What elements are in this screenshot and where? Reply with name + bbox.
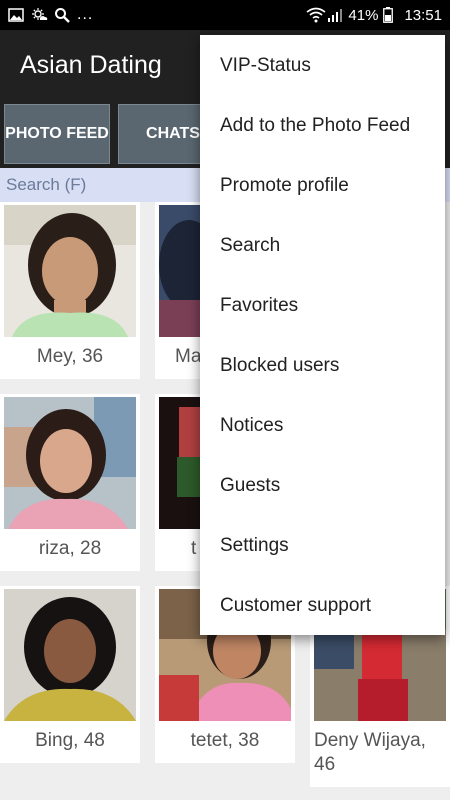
profile-name-age: tetet, 38 bbox=[190, 730, 260, 751]
search-notification-icon bbox=[54, 7, 70, 23]
menu-item-add-to-photo-feed[interactable]: Add to the Photo Feed bbox=[200, 96, 445, 156]
gallery-notification-icon bbox=[8, 7, 24, 23]
menu-item-blocked-users[interactable]: Blocked users bbox=[200, 336, 445, 396]
battery-percentage: 41% bbox=[348, 6, 379, 24]
menu-item-customer-support[interactable]: Customer support bbox=[200, 576, 445, 636]
profile-name-age: riza, 28 bbox=[38, 538, 102, 559]
menu-item-search[interactable]: Search bbox=[200, 216, 445, 276]
profile-card[interactable]: Bing, 48 bbox=[0, 586, 140, 763]
overflow-menu: VIP-Status Add to the Photo Feed Promote… bbox=[200, 35, 445, 635]
profile-photo bbox=[4, 397, 136, 529]
menu-item-notices[interactable]: Notices bbox=[200, 396, 445, 456]
menu-item-guests[interactable]: Guests bbox=[200, 456, 445, 516]
menu-item-settings[interactable]: Settings bbox=[200, 516, 445, 576]
wifi-icon bbox=[306, 7, 326, 23]
profile-card[interactable]: Mey, 36 bbox=[0, 202, 140, 379]
profile-photo bbox=[4, 589, 136, 721]
profile-card[interactable]: riza, 28 bbox=[0, 394, 140, 571]
status-bar: ... 41% 13:51 bbox=[0, 0, 450, 30]
menu-item-promote-profile[interactable]: Promote profile bbox=[200, 156, 445, 216]
tab-photo-feed[interactable]: PHOTO FEED bbox=[4, 104, 110, 164]
profile-name-age: Deny Wijaya, 46 bbox=[314, 730, 426, 775]
profile-name-age: Bing, 48 bbox=[35, 730, 105, 751]
signal-icon bbox=[327, 7, 343, 23]
app-title: Asian Dating bbox=[20, 50, 162, 79]
profile-photo bbox=[4, 205, 136, 337]
search-label: Search (F) bbox=[6, 175, 87, 194]
weather-notification-icon bbox=[31, 7, 48, 23]
profile-name-age: Mey, 36 bbox=[36, 346, 104, 367]
menu-item-vip-status[interactable]: VIP-Status bbox=[200, 36, 445, 96]
clock: 13:51 bbox=[404, 6, 442, 24]
battery-icon bbox=[383, 7, 399, 23]
menu-item-favorites[interactable]: Favorites bbox=[200, 276, 445, 336]
more-notifications-indicator: ... bbox=[77, 6, 94, 23]
